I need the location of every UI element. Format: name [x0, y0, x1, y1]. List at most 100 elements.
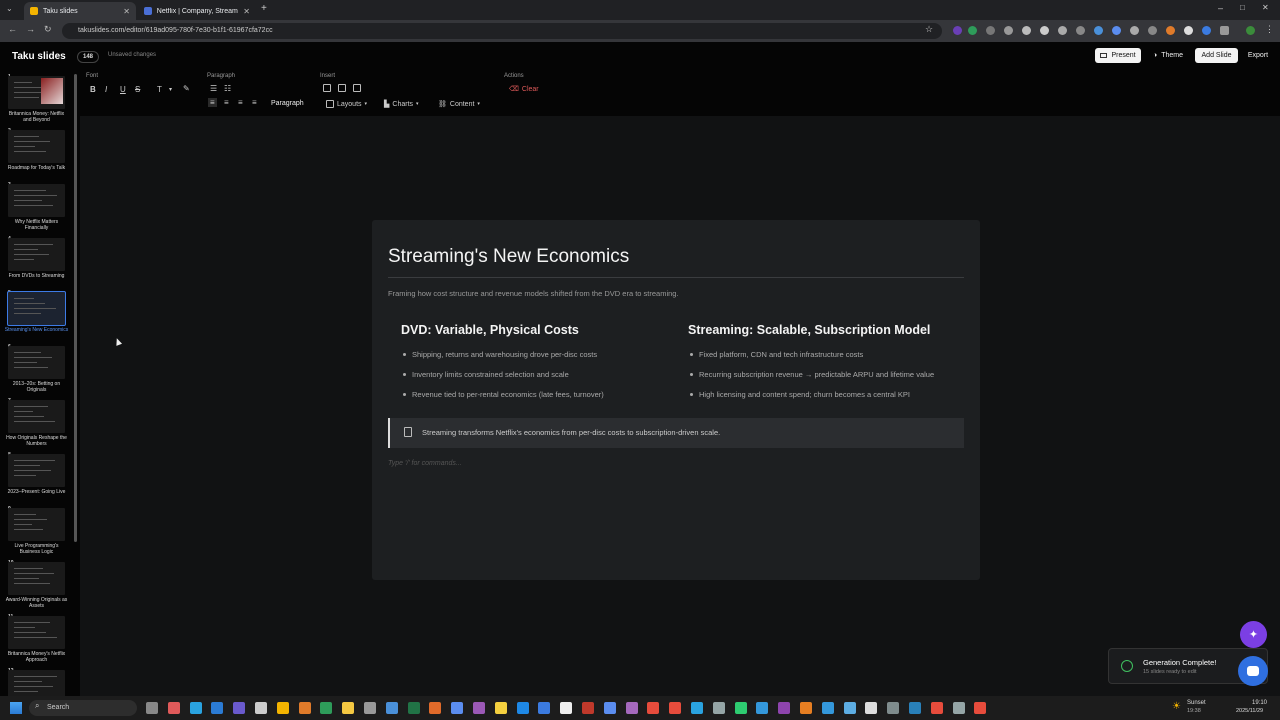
taskbar-app-icon[interactable] [320, 702, 333, 714]
extension-icon[interactable] [1148, 26, 1157, 35]
clock-time[interactable]: 19:10 [1252, 700, 1267, 706]
extension-icon[interactable] [1166, 26, 1175, 35]
command-placeholder[interactable]: Type '/' for commands... [388, 460, 462, 467]
clock-date[interactable]: 2025/11/29 [1236, 708, 1263, 714]
browser-menu-icon[interactable]: ⋮ [1265, 24, 1274, 35]
slide-thumbnail-title[interactable]: Live Programming's Business Logic [4, 543, 69, 555]
present-button[interactable]: Present [1095, 48, 1141, 63]
taskbar-app-icon[interactable] [364, 702, 376, 714]
slide-thumbnail-title[interactable]: Britannica Money: Netflix and Beyond [4, 111, 69, 123]
taskbar-app-icon[interactable] [843, 702, 856, 714]
extensions-puzzle-icon[interactable] [1220, 26, 1229, 35]
taskbar-app-icon[interactable] [647, 702, 660, 714]
taskbar-app-icon[interactable] [887, 702, 900, 714]
charts-dropdown[interactable]: ▙ Charts ▾ [384, 100, 419, 109]
taskbar-app-icon[interactable] [625, 702, 638, 714]
slide-thumbnail[interactable] [7, 291, 66, 326]
maximize-icon[interactable]: □ [1240, 3, 1245, 12]
slide-title[interactable]: Streaming's New Economics [388, 246, 629, 268]
right-column-heading[interactable]: Streaming: Scalable, Subscription Model [688, 323, 930, 337]
taskbar-search[interactable]: Search [29, 700, 137, 716]
taskbar-app-icon[interactable] [189, 702, 202, 714]
slide-thumbnail[interactable] [8, 184, 65, 217]
taskbar-app-icon[interactable] [669, 702, 682, 714]
strikethrough-button[interactable]: S [135, 85, 140, 94]
taskbar-app-icon[interactable] [298, 702, 311, 714]
taskbar-app-icon[interactable] [407, 702, 420, 714]
minimize-icon[interactable]: – [1218, 3, 1223, 13]
taskbar-app-icon[interactable] [930, 702, 943, 714]
extension-icon[interactable] [953, 26, 962, 35]
forward-icon[interactable]: → [26, 24, 35, 34]
slide-thumbnail[interactable] [8, 238, 65, 271]
extension-icon[interactable] [1112, 26, 1121, 35]
tab-netflix[interactable]: Netflix | Company, Streaming, ... ✕ [138, 2, 256, 20]
right-bullet[interactable]: High licensing and content spend; churn … [690, 390, 910, 399]
taskbar-app-icon[interactable] [255, 702, 267, 714]
theme-button[interactable]: ◑ Theme [1146, 48, 1190, 63]
taskbar-app-icon[interactable] [756, 702, 769, 714]
text-size-chevron-icon[interactable]: ▾ [169, 86, 172, 93]
url-input[interactable]: takuslides.com/editor/619ad095-780f-7e30… [62, 23, 942, 39]
taskbar-app-icon[interactable] [952, 702, 965, 714]
taskbar-app-icon[interactable] [734, 702, 747, 714]
taskbar-app-icon[interactable] [800, 702, 812, 714]
slide-thumbnail-title[interactable]: Roadmap for Today's Talk [4, 165, 69, 171]
slide-thumbnail-title[interactable]: 2023–Present: Going Live [4, 489, 69, 495]
underline-button[interactable]: U [120, 85, 126, 94]
taskbar-app-icon[interactable] [429, 702, 442, 714]
close-window-icon[interactable]: ✕ [1262, 3, 1269, 12]
slide-thumbnail-title[interactable]: Award-Winning Originals as Assets [4, 597, 69, 609]
align-center-icon[interactable]: ≡ [224, 98, 229, 107]
slide-thumbnail[interactable] [8, 508, 65, 541]
text-size-button[interactable]: T [157, 85, 162, 94]
insert-image-icon[interactable] [323, 84, 331, 92]
callout-box[interactable]: Streaming transforms Netflix's economics… [388, 418, 964, 448]
slide-thumbnail-title[interactable]: From DVDs to Streaming [4, 273, 69, 279]
align-left-icon[interactable]: ≡ [208, 98, 217, 107]
tab-taku-slides[interactable]: Taku slides ✕ [24, 2, 136, 20]
slide-thumbnail-title[interactable]: Britannica Money's Netflix Approach [4, 651, 69, 663]
slide-thumbnail[interactable] [8, 562, 65, 595]
windows-start-icon[interactable] [10, 702, 22, 714]
italic-button[interactable]: I [105, 85, 107, 94]
bold-button[interactable]: B [90, 85, 96, 94]
new-tab-icon[interactable]: + [261, 3, 267, 14]
left-bullet[interactable]: Revenue tied to per-rental economics (la… [403, 390, 604, 399]
justify-icon[interactable]: ≡ [252, 98, 257, 107]
close-tab-icon[interactable]: ✕ [123, 7, 130, 16]
taskbar-app-icon[interactable] [909, 702, 921, 714]
taskbar-app-icon[interactable] [821, 702, 834, 714]
taskbar-app-icon[interactable] [276, 702, 289, 714]
extension-icon[interactable] [1076, 26, 1085, 35]
extension-icon[interactable] [1004, 26, 1013, 35]
taskbar-app-icon[interactable] [211, 702, 224, 714]
clear-button[interactable]: ⌫ Clear [509, 85, 539, 94]
highlight-icon[interactable]: ✎ [183, 84, 190, 93]
taskbar-app-icon[interactable] [473, 702, 485, 714]
taskbar-app-icon[interactable] [538, 702, 551, 714]
taskbar-app-icon[interactable] [560, 702, 573, 714]
taskbar-app-icon[interactable] [385, 702, 398, 714]
slide-thumbnail[interactable] [8, 400, 65, 433]
align-right-icon[interactable]: ≡ [238, 98, 243, 107]
right-bullet[interactable]: Recurring subscription revenue → predict… [690, 370, 934, 379]
taskbar-app-icon[interactable] [451, 702, 464, 714]
export-button[interactable]: Export [1243, 48, 1273, 63]
slide-editor[interactable]: Streaming's New Economics Framing how co… [372, 220, 980, 580]
taskbar-app-icon[interactable] [582, 702, 594, 714]
slide-thumbnail[interactable] [8, 130, 65, 163]
slide-thumbnail[interactable] [8, 454, 65, 487]
slide-thumbnail[interactable] [8, 616, 65, 649]
extension-icon[interactable] [968, 26, 977, 35]
extension-icon[interactable] [1130, 26, 1139, 35]
left-column-heading[interactable]: DVD: Variable, Physical Costs [401, 323, 579, 337]
extension-icon[interactable] [1058, 26, 1067, 35]
taskbar-app-icon[interactable] [167, 702, 180, 714]
taskbar-app-icon[interactable] [865, 702, 878, 714]
bullet-list-icon[interactable]: ☰ [210, 84, 217, 93]
taskbar-app-icon[interactable] [233, 702, 246, 714]
extension-icon[interactable] [1022, 26, 1031, 35]
profile-avatar[interactable] [1246, 26, 1255, 35]
add-slide-button[interactable]: Add Slide [1195, 48, 1238, 63]
